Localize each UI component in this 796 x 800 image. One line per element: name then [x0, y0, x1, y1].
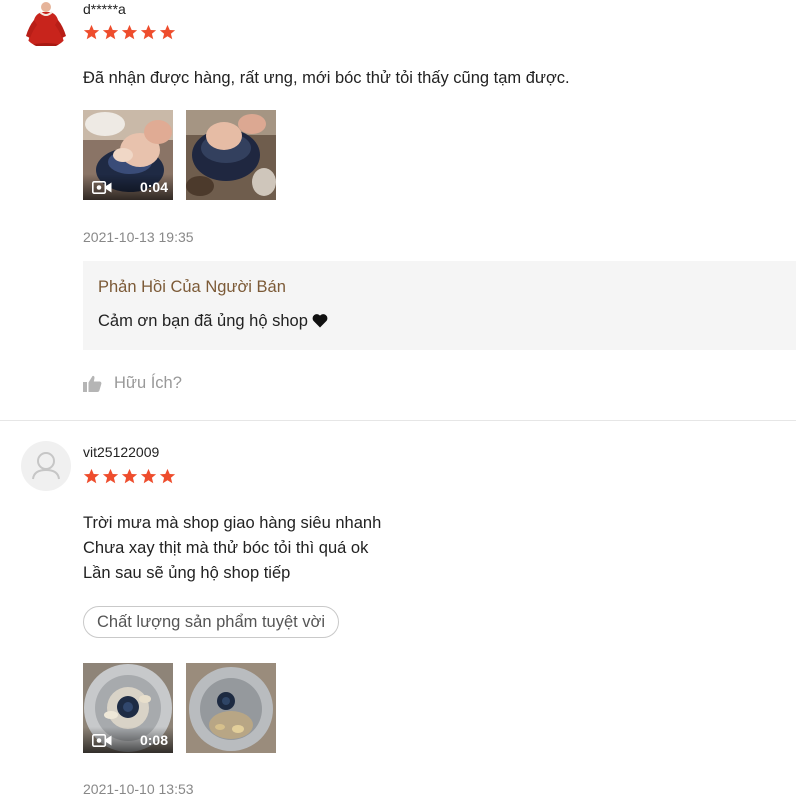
video-duration: 0:08: [139, 732, 168, 748]
star-icon: [121, 468, 138, 484]
star-icon: [140, 468, 157, 484]
heart-icon: [312, 314, 328, 328]
review-comment: Đã nhận được hàng, rất ưng, mới bóc thử …: [83, 66, 570, 91]
seller-reply-title: Phản Hồi Của Người Bán: [98, 278, 286, 296]
helpful-button[interactable]: Hữu Ích?: [83, 374, 182, 393]
star-icon: [83, 24, 100, 40]
star-icon: [102, 468, 119, 484]
review-date: 2021-10-10 13:53: [83, 781, 194, 797]
star-rating: [83, 24, 176, 41]
comment-line: Chưa xay thịt mà thử bóc tỏi thì quá ok: [83, 539, 369, 557]
comment-line: Trời mưa mà shop giao hàng siêu nhanh: [83, 514, 382, 532]
comment-line: Đã nhận được hàng, rất ưng, mới bóc thử …: [83, 69, 570, 87]
video-camera-icon: [92, 181, 112, 194]
photo-thumbnail[interactable]: [186, 663, 276, 753]
photo-thumbnail[interactable]: [186, 110, 276, 200]
username: vit25122009: [83, 444, 160, 460]
helpful-label: Hữu Ích?: [114, 374, 182, 392]
star-icon: [102, 24, 119, 40]
review-tag[interactable]: Chất lượng sản phẩm tuyệt vời: [83, 606, 340, 638]
video-camera-icon: [92, 734, 112, 747]
avatar[interactable]: [21, 441, 71, 491]
review-comment: Trời mưa mà shop giao hàng siêu nhanh Ch…: [83, 511, 381, 586]
seller-reply-text-row: Cảm ơn bạn đã ủng hộ shop: [98, 312, 328, 331]
user-silhouette-icon: [32, 452, 60, 480]
username: d*****a: [83, 1, 126, 17]
star-icon: [159, 468, 176, 484]
review-item: vit25122009 Trời mưa mà shop giao hàng s…: [0, 421, 796, 800]
avatar[interactable]: [21, 0, 71, 48]
star-icon: [121, 24, 138, 40]
star-icon: [140, 24, 157, 40]
review-item: d*****a Đã nhận được hàng, rất ưng, mới …: [0, 0, 796, 421]
seller-reply: Phản Hồi Của Người Bán Cảm ơn bạn đã ủng…: [83, 261, 796, 350]
review-date: 2021-10-13 19:35: [83, 229, 194, 245]
video-duration: 0:04: [139, 179, 168, 195]
seller-reply-text: Cảm ơn bạn đã ủng hộ shop: [98, 312, 308, 330]
star-rating: [83, 468, 176, 485]
video-thumbnail[interactable]: 0:04: [83, 110, 173, 200]
star-icon: [83, 468, 100, 484]
thumbs-up-icon: [83, 375, 102, 392]
comment-line: Lần sau sẽ ủng hộ shop tiếp: [83, 564, 291, 582]
star-icon: [159, 24, 176, 40]
video-thumbnail[interactable]: 0:08: [83, 663, 173, 753]
